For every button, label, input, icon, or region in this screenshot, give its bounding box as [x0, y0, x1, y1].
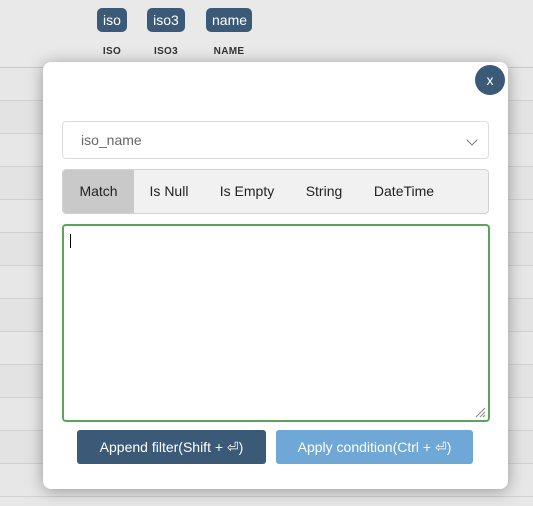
column-chip-iso[interactable]: iso [97, 8, 127, 32]
append-filter-button[interactable]: Append filter(Shift + ⏎) [77, 430, 266, 464]
field-select[interactable]: iso_name [62, 121, 489, 159]
tab-datetime[interactable]: DateTime [359, 170, 449, 213]
condition-tabs: Match Is Null Is Empty String DateTime [62, 169, 489, 214]
table-header: iso iso3 name ISO ISO3 NAME [0, 0, 533, 68]
tab-is-empty[interactable]: Is Empty [205, 170, 289, 213]
filter-modal: x iso_name Match Is Null Is Empty String… [43, 62, 508, 489]
column-chip-iso3[interactable]: iso3 [147, 8, 185, 32]
column-label-iso: ISO [102, 46, 122, 57]
condition-editor[interactable] [62, 224, 490, 422]
column-label-iso3: ISO3 [154, 46, 178, 57]
tab-string[interactable]: String [291, 170, 357, 213]
column-chip-name[interactable]: name [206, 8, 252, 32]
tab-is-null[interactable]: Is Null [135, 170, 203, 213]
tab-match[interactable]: Match [63, 170, 134, 213]
resize-grip-icon[interactable] [475, 407, 486, 418]
field-select-value: iso_name [81, 132, 142, 148]
column-label-name: NAME [213, 46, 245, 57]
text-caret [70, 234, 71, 248]
apply-condition-button[interactable]: Apply condition(Ctrl + ⏎) [276, 430, 473, 464]
close-button[interactable]: x [475, 65, 505, 95]
chevron-down-icon [466, 134, 478, 146]
